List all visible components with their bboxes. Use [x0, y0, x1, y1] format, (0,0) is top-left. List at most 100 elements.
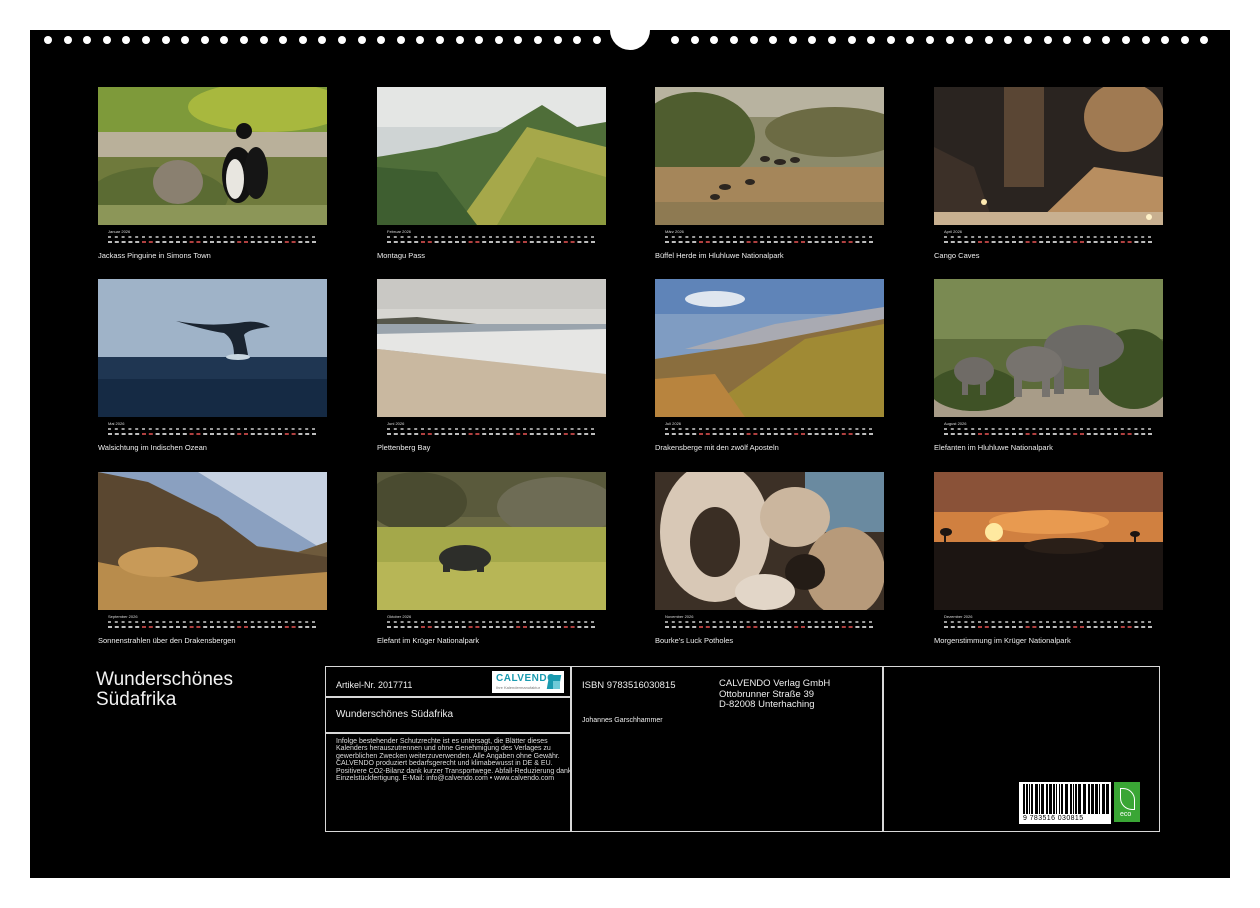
binding-hole	[436, 36, 444, 44]
article-number: Artikel-Nr. 2017711	[336, 680, 413, 690]
binding-hole	[1024, 36, 1032, 44]
binding-hole	[886, 36, 895, 44]
binding-hole	[318, 36, 327, 44]
day-grid	[108, 426, 318, 438]
binding-hole	[181, 36, 190, 44]
calvendo-logo: CALVENDO Ihre Kalendermanufaktur	[492, 671, 564, 693]
binding-hole	[475, 36, 484, 44]
month-card: März 2026 Büffel Herde im Hluhluwe Nation…	[655, 87, 884, 260]
binding-hole	[867, 36, 876, 44]
day-grid	[665, 426, 875, 438]
month-card: Juni 2026 Plettenberg Bay	[377, 279, 606, 452]
title-line-2: Südafrika	[96, 689, 177, 710]
binding-hole	[1141, 36, 1150, 44]
month-card: Mai 2026 Walsichtung im Indischen Ozean	[98, 279, 327, 452]
barcode-number: 9 783516 030815	[1023, 815, 1084, 822]
photo-caption: Walsichtung im Indischen Ozean	[98, 443, 207, 452]
binding-hole	[63, 36, 72, 44]
photo-caption: Bourke's Luck Potholes	[655, 636, 734, 645]
photo-caption: Plettenberg Bay	[377, 443, 431, 452]
logo-tagline: Ihre Kalendermanufaktur	[496, 685, 541, 690]
binding-hole	[749, 36, 758, 44]
publisher-city: D-82008 Unterhaching	[719, 699, 815, 710]
binding-hole	[730, 36, 738, 44]
binding-hole	[847, 36, 856, 44]
photo-caption: Cango Caves	[934, 251, 980, 260]
logo-mark-accent-icon	[553, 681, 560, 689]
binding-hole	[828, 36, 836, 44]
month-card: Januar 2026 Jackass Pinguine in Simons To…	[98, 87, 327, 260]
photo-potholes	[655, 472, 884, 610]
day-grid	[665, 619, 875, 631]
photo-caption: Drakensberge mit den zwölf Aposteln	[655, 443, 779, 452]
photo-buffalo	[655, 87, 884, 225]
photo-caption: Jackass Pinguine in Simons Town	[98, 251, 211, 260]
barcode-bars	[1023, 784, 1109, 814]
month-card: Februar 2026 Montagu Pass	[377, 87, 606, 260]
binding-hole	[1102, 36, 1111, 44]
month-card: September 2026 Sonnenstrahlen über den Dr…	[98, 472, 327, 645]
binding-hole	[102, 36, 111, 44]
binding-hole	[1122, 36, 1130, 44]
binding-hole	[494, 36, 503, 44]
photo-caption: Morgenstimmung im Krüger Nationalpark	[934, 636, 1071, 645]
binding-hole	[769, 36, 778, 44]
calendar-sheet: Januar 2026 Jackass Pinguine in Simons To…	[30, 30, 1230, 878]
binding-hole	[808, 36, 817, 44]
binding-hole	[1043, 36, 1052, 44]
isbn: ISBN 9783516030815	[582, 680, 676, 691]
photo-penguins	[98, 87, 327, 225]
photo-caption: Montagu Pass	[377, 251, 425, 260]
binding-hole	[906, 36, 915, 44]
month-card: Juli 2026 Drakensberge mit den zwölf Apos…	[655, 279, 884, 452]
month-card: April 2026 Cango Caves	[934, 87, 1163, 260]
binding-hole	[1180, 36, 1189, 44]
binding-hole	[122, 36, 131, 44]
photo-caption: Sonnenstrahlen über den Drakensbergen	[98, 636, 236, 645]
photo-sunrays	[98, 472, 327, 610]
binding-hole	[984, 36, 993, 44]
photo-grass-elephant	[377, 472, 606, 610]
binding-hole	[945, 36, 954, 44]
photo-caption: Elefanten im Hluhluwe Nationalpark	[934, 443, 1053, 452]
photo-drakensberg	[655, 279, 884, 417]
binding-hole	[200, 36, 209, 44]
day-grid	[944, 426, 1154, 438]
publisher-name: CALVENDO Verlag GmbH	[719, 678, 831, 689]
binding-hole	[534, 36, 542, 44]
photo-caption: Elefant im Krüger Nationalpark	[377, 636, 480, 645]
binding-hole	[690, 36, 699, 44]
month-card: Dezember 2026 Morgenstimmung im Krüger Na…	[934, 472, 1163, 645]
calendar-title: Wunderschönes Südafrika	[96, 670, 296, 710]
binding-hole	[279, 36, 288, 44]
calendar-subtitle: Wunderschönes Südafrika	[336, 709, 454, 720]
leaf-icon	[1120, 788, 1135, 810]
photo-cave	[934, 87, 1163, 225]
author: Johannes Garschhammer	[582, 717, 663, 724]
eco-label: eco	[1120, 811, 1132, 818]
photo-mountain	[377, 87, 606, 225]
binding-hole	[573, 36, 582, 44]
binding-hole	[788, 36, 797, 44]
photo-elephants	[934, 279, 1163, 417]
day-grid	[944, 234, 1154, 246]
binding-hole	[259, 36, 268, 44]
binding-hole	[357, 36, 366, 44]
binding-hole	[671, 36, 680, 44]
binding-hole	[338, 36, 346, 44]
binding-hole	[161, 36, 170, 44]
binding-hole	[553, 36, 562, 44]
binding-hole	[1004, 36, 1013, 44]
binding-hole	[592, 36, 601, 44]
binding-hole	[1063, 36, 1072, 44]
month-card: Oktober 2026 Elefant im Krüger Nationalpa…	[377, 472, 606, 645]
binding-hole	[83, 36, 92, 44]
month-card: August 2026 Elefanten im Hluhluwe Nationa…	[934, 279, 1163, 452]
binding-hole	[1082, 36, 1091, 44]
day-grid	[108, 234, 318, 246]
day-grid	[387, 619, 597, 631]
binding-hole	[926, 36, 934, 44]
binding-hole	[1200, 36, 1209, 44]
binding-hole	[1161, 36, 1170, 44]
binding-hole	[416, 36, 425, 44]
